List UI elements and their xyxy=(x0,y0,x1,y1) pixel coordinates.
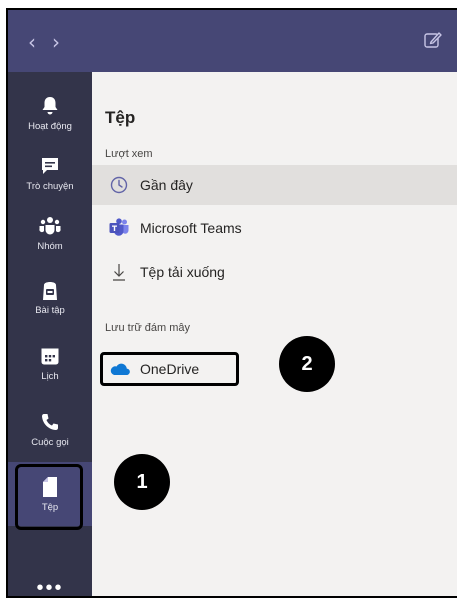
rail-label: Lịch xyxy=(41,370,59,382)
more-apps-icon[interactable]: ••• xyxy=(8,577,92,596)
teams-icon xyxy=(39,215,61,237)
nav-item-label: Gần đây xyxy=(140,177,193,193)
phone-icon xyxy=(39,411,61,433)
rail-item-assignments[interactable]: Bài tập xyxy=(8,268,92,326)
nav-item-microsoft-teams[interactable]: Microsoft Teams xyxy=(92,208,457,248)
annotation-badge-2: 2 xyxy=(279,336,335,392)
assignments-icon xyxy=(39,279,61,301)
download-icon xyxy=(108,261,130,283)
forward-arrow-icon[interactable]: › xyxy=(52,30,60,54)
highlight-box-onedrive xyxy=(100,352,239,386)
nav-item-label: Tệp tải xuống xyxy=(140,264,225,280)
clock-icon xyxy=(108,174,130,196)
history-nav: ‹ › xyxy=(28,30,60,54)
files-panel: Tệp Lượt xem Gần đây Microsoft Teams Tệp… xyxy=(92,72,457,596)
highlight-box-files xyxy=(15,464,83,530)
annotation-badge-1: 1 xyxy=(114,454,170,510)
teams-window: ‹ › Hoạt động Trò chuyện Nhóm Bài tập Lị… xyxy=(6,8,457,598)
rail-item-calendar[interactable]: Lịch xyxy=(8,334,92,392)
compose-icon[interactable] xyxy=(423,30,443,50)
nav-item-label: Microsoft Teams xyxy=(140,220,242,236)
rail-label: Trò chuyện xyxy=(26,180,74,192)
rail-item-teams[interactable]: Nhóm xyxy=(8,204,92,262)
rail-label: Nhóm xyxy=(37,240,63,252)
rail-label: Hoạt động xyxy=(28,120,72,132)
views-section-label: Lượt xem xyxy=(105,148,153,160)
back-arrow-icon[interactable]: ‹ xyxy=(28,30,36,54)
title-bar: ‹ › xyxy=(8,10,457,72)
calendar-icon xyxy=(39,345,61,367)
cloud-section-label: Lưu trữ đám mây xyxy=(105,322,191,334)
rail-item-chat[interactable]: Trò chuyện xyxy=(8,144,92,202)
rail-item-calls[interactable]: Cuộc gọi xyxy=(8,400,92,458)
nav-item-downloads[interactable]: Tệp tải xuống xyxy=(92,252,457,292)
rail-label: Bài tập xyxy=(35,304,65,316)
bell-icon xyxy=(39,95,61,117)
rail-label: Cuộc gọi xyxy=(31,436,69,448)
page-title: Tệp xyxy=(105,108,136,127)
chat-icon xyxy=(39,155,61,177)
nav-item-recent[interactable]: Gần đây xyxy=(92,165,457,205)
rail-item-activity[interactable]: Hoạt động xyxy=(8,84,92,142)
teams-logo-icon xyxy=(108,217,130,239)
